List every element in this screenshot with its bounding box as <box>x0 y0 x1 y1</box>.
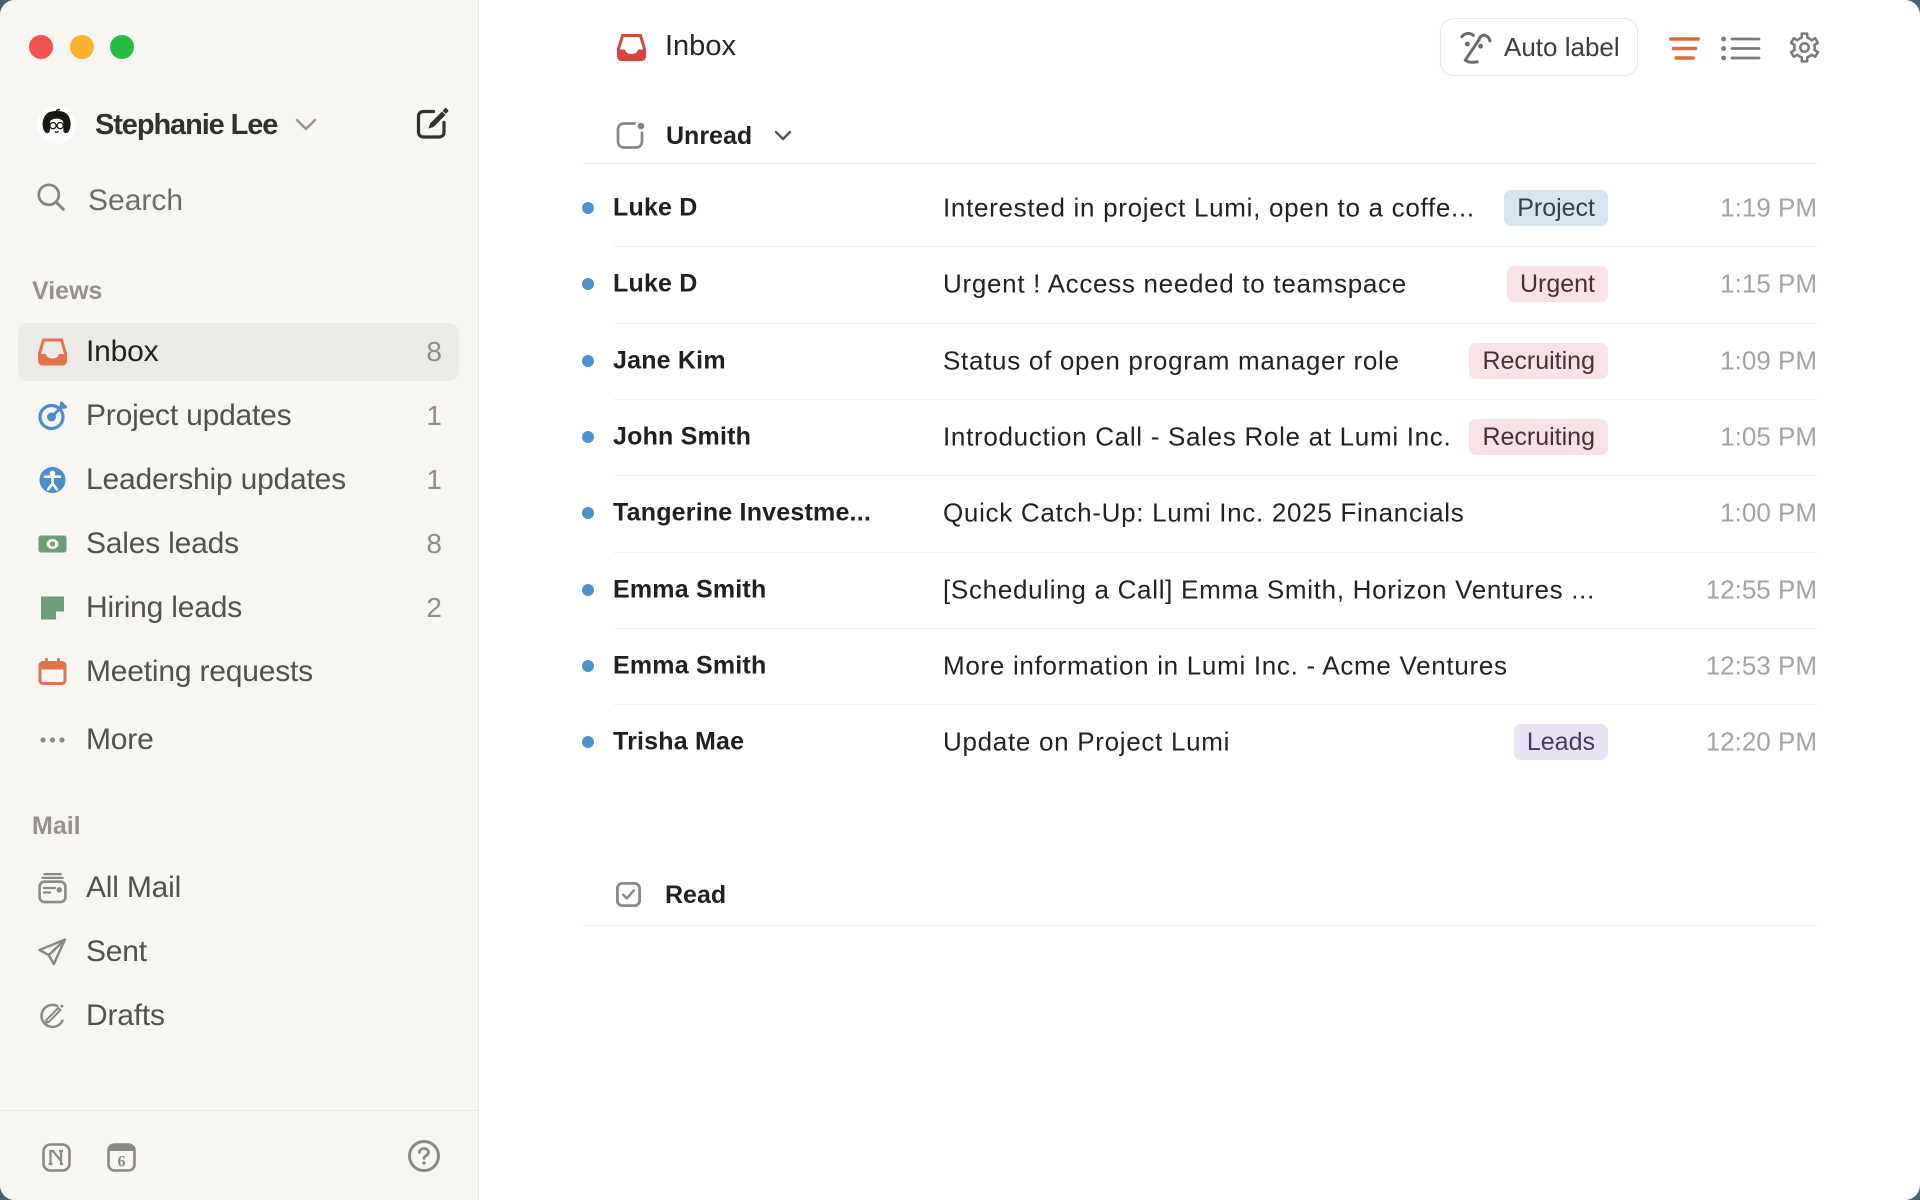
svg-text:6: 6 <box>118 1154 126 1171</box>
